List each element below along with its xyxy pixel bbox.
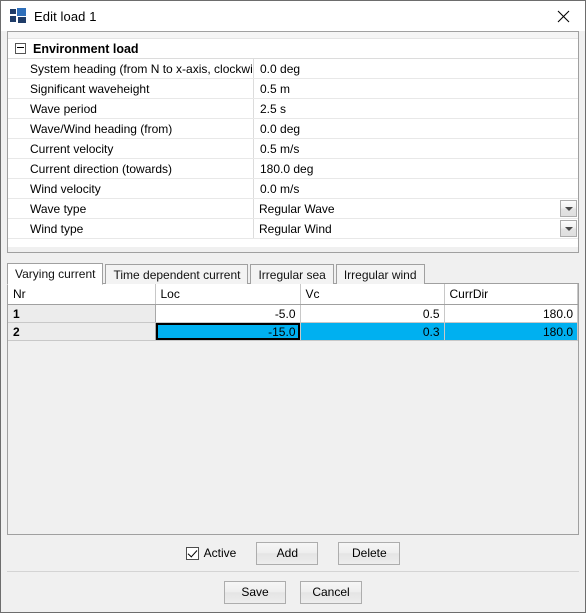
property-row-wind-type[interactable]: Wind type Regular Wind (8, 219, 578, 239)
wind-type-dropdown-button[interactable] (560, 220, 577, 237)
tab-irregular-sea[interactable]: Irregular sea (250, 264, 334, 284)
tab-varying-current[interactable]: Varying current (7, 263, 104, 285)
property-grid: Environment load System heading (from N … (7, 31, 579, 253)
table-empty-area (8, 340, 578, 534)
row-header[interactable]: 2 (8, 322, 156, 341)
property-label: Current velocity (8, 139, 254, 158)
cell-vc[interactable]: 0.3 (300, 322, 445, 341)
tabs-area: Varying current Time dependent current I… (7, 262, 579, 535)
tab-label: Time dependent current (113, 267, 241, 282)
cell-currdir[interactable]: 180.0 (444, 304, 578, 323)
property-label: Wave/Wind heading (from) (8, 119, 254, 138)
tab-panel-varying-current: Nr Loc Vc CurrDir 1 -5.0 0.5 180.0 2 -15… (7, 283, 579, 535)
tab-time-dependent-current[interactable]: Time dependent current (105, 264, 249, 284)
property-label: System heading (from N to x-axis, clockw… (8, 59, 254, 78)
column-header-currdir[interactable]: CurrDir (444, 284, 578, 305)
chevron-down-icon (564, 206, 573, 211)
action-bar: Active Add Delete (7, 535, 579, 572)
property-value[interactable]: 0.0 m/s (254, 179, 578, 198)
tab-label: Varying current (15, 267, 96, 281)
property-grid-blank-area (8, 247, 578, 252)
property-row-wave-period[interactable]: Wave period 2.5 s (8, 99, 578, 119)
delete-button[interactable]: Delete (338, 541, 401, 565)
tab-label: Irregular wind (343, 267, 417, 282)
close-icon (557, 10, 569, 22)
tab-label: Irregular sea (258, 267, 326, 282)
column-header-vc[interactable]: Vc (300, 284, 445, 305)
property-row-wind-velocity[interactable]: Wind velocity 0.0 m/s (8, 179, 578, 199)
property-label: Wave period (8, 99, 254, 118)
table-row[interactable]: 2 -15.0 0.3 180.0 (8, 322, 578, 341)
footer-bar: Save Cancel (1, 572, 585, 612)
varying-current-table: Nr Loc Vc CurrDir 1 -5.0 0.5 180.0 2 -15… (8, 284, 578, 341)
cell-loc[interactable]: -15.0 (155, 322, 301, 341)
property-row-significant-waveheight[interactable]: Significant waveheight 0.5 m (8, 79, 578, 99)
checkmark-icon (185, 546, 199, 560)
property-value[interactable]: 0.0 deg (254, 59, 578, 78)
property-value[interactable]: 2.5 s (254, 99, 578, 118)
property-grid-top-strip (8, 32, 578, 39)
row-header[interactable]: 1 (8, 304, 156, 323)
add-button[interactable]: Add (256, 541, 319, 565)
property-row-current-direction[interactable]: Current direction (towards) 180.0 deg (8, 159, 578, 179)
cancel-button[interactable]: Cancel (300, 580, 362, 604)
edit-load-dialog: Edit load 1 Environment load System head… (0, 0, 586, 613)
column-header-nr[interactable]: Nr (8, 284, 156, 305)
column-header-loc[interactable]: Loc (155, 284, 301, 305)
active-checkbox[interactable]: Active (185, 546, 237, 560)
collapse-minus-icon[interactable] (15, 43, 26, 54)
property-label: Wind type (8, 219, 254, 238)
property-category-label: Environment load (33, 41, 139, 56)
chevron-down-icon (564, 226, 573, 231)
property-value: Regular Wind (259, 221, 332, 236)
property-row-current-velocity[interactable]: Current velocity 0.5 m/s (8, 139, 578, 159)
property-value: Regular Wave (259, 201, 335, 216)
title-bar: Edit load 1 (1, 1, 585, 31)
tab-strip: Varying current Time dependent current I… (7, 262, 579, 285)
property-category-row[interactable]: Environment load (8, 39, 578, 59)
window-title: Edit load 1 (34, 8, 97, 24)
property-label: Significant waveheight (8, 79, 254, 98)
cell-vc[interactable]: 0.5 (300, 304, 445, 323)
property-label: Current direction (towards) (8, 159, 254, 178)
property-value[interactable]: 0.0 deg (254, 119, 578, 138)
property-row-wave-type[interactable]: Wave type Regular Wave (8, 199, 578, 219)
property-value[interactable]: 0.5 m/s (254, 139, 578, 158)
table-row[interactable]: 1 -5.0 0.5 180.0 (8, 304, 578, 323)
close-button[interactable] (541, 1, 585, 31)
cell-currdir[interactable]: 180.0 (444, 322, 578, 341)
property-value[interactable]: 180.0 deg (254, 159, 578, 178)
property-label: Wind velocity (8, 179, 254, 198)
wave-type-dropdown-button[interactable] (560, 200, 577, 217)
app-icon (10, 8, 26, 24)
property-row-system-heading[interactable]: System heading (from N to x-axis, clockw… (8, 59, 578, 79)
property-row-wave-wind-heading[interactable]: Wave/Wind heading (from) 0.0 deg (8, 119, 578, 139)
tab-irregular-wind[interactable]: Irregular wind (335, 264, 425, 284)
active-checkbox-label: Active (203, 546, 237, 560)
save-button[interactable]: Save (224, 580, 286, 604)
property-value[interactable]: 0.5 m (254, 79, 578, 98)
cell-loc[interactable]: -5.0 (155, 304, 301, 323)
property-label: Wave type (8, 199, 254, 218)
table-header-row: Nr Loc Vc CurrDir (8, 284, 578, 305)
